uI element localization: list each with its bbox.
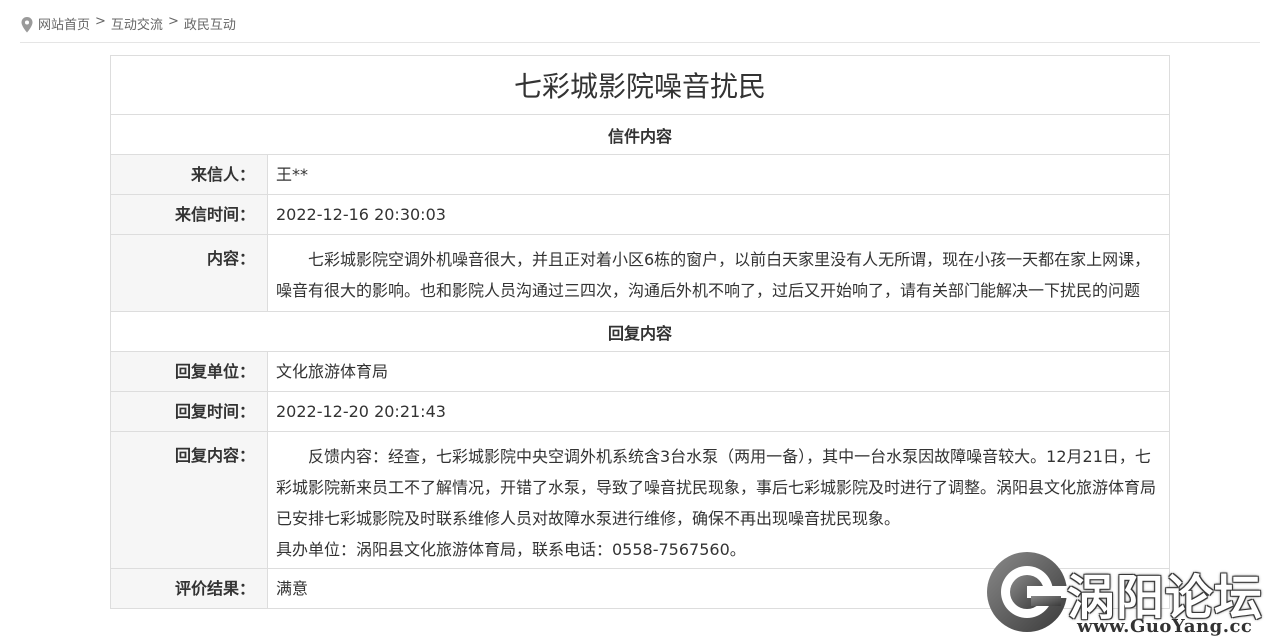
letter-time-value: 2022-12-16 20:30:03 — [276, 205, 446, 224]
reply-content-label: 回复内容： — [111, 432, 268, 568]
reply-time-row: 回复时间： 2022-12-20 20:21:43 — [111, 392, 1169, 432]
sender-label: 来信人： — [111, 155, 268, 194]
location-pin-icon — [21, 17, 33, 33]
sender-row: 来信人： 王** — [111, 155, 1169, 195]
g-logo-icon — [987, 552, 1067, 632]
letter-time-row: 来信时间： 2022-12-16 20:30:03 — [111, 195, 1169, 235]
letter-content-label: 内容： — [111, 235, 268, 311]
reply-content-text: 反馈内容：经查，七彩城影院中央空调外机系统含3台水泵（两用一备），其中一台水泵因… — [276, 447, 1157, 528]
breadcrumb-separator: > — [167, 14, 179, 29]
forum-watermark: 涡阳论坛 www.GuoYang.cc — [985, 548, 1275, 644]
breadcrumb-separator: > — [95, 14, 106, 29]
breadcrumb: 网站首页 > 互动交流 > 政民互动 — [20, 14, 1260, 43]
breadcrumb-interaction-link[interactable]: 互动交流 — [111, 14, 163, 33]
forum-url-text: www.GuoYang.cc — [1077, 616, 1253, 637]
reply-unit-row: 回复单位： 文化旅游体育局 — [111, 352, 1169, 392]
letter-content-value: 七彩城影院空调外机噪音很大，并且正对着小区6栋的窗户，以前白天家里没有人无所谓，… — [268, 235, 1169, 311]
reply-section-heading: 回复内容 — [111, 312, 1169, 352]
letter-card: 七彩城影院噪音扰民 信件内容 来信人： 王** 来信时间： 2022-12-16… — [110, 55, 1170, 609]
reply-time-label: 回复时间： — [111, 392, 268, 431]
reply-unit-label: 回复单位： — [111, 352, 268, 391]
sender-value: 王** — [276, 165, 309, 184]
letter-section-heading: 信件内容 — [111, 115, 1169, 155]
reply-time-value: 2022-12-20 20:21:43 — [276, 402, 446, 421]
breadcrumb-current-link[interactable]: 政民互动 — [184, 14, 236, 33]
breadcrumb-home-link[interactable]: 网站首页 — [38, 14, 90, 33]
reply-unit-value: 文化旅游体育局 — [276, 362, 389, 381]
letter-content-text: 七彩城影院空调外机噪音很大，并且正对着小区6栋的窗户，以前白天家里没有人无所谓，… — [276, 250, 1151, 300]
letter-content-row: 内容： 七彩城影院空调外机噪音很大，并且正对着小区6栋的窗户，以前白天家里没有人… — [111, 235, 1169, 312]
rating-label: 评价结果： — [111, 569, 268, 608]
letter-title: 七彩城影院噪音扰民 — [111, 56, 1169, 115]
letter-time-label: 来信时间： — [111, 195, 268, 234]
